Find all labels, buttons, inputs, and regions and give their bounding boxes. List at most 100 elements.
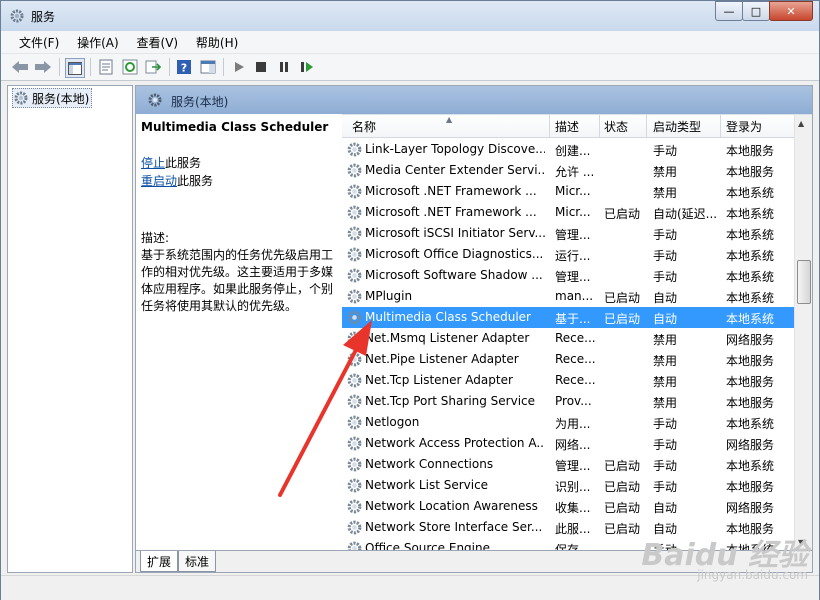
column-header-desc[interactable]: 描述 [555,118,579,135]
baidu-watermark-url: jingyan.baidu.com [697,568,808,582]
stop-service-link[interactable]: 停止 [141,156,165,170]
row-name: Network Access Protection A... [365,436,545,450]
tab-extended[interactable]: 扩展 [140,551,179,572]
row-logon: 本地服务 [726,480,775,494]
column-header-startup[interactable]: 启动类型 [653,118,701,135]
minimize-button[interactable]: — [715,1,743,21]
table-row[interactable]: Microsoft Office Diagnostics... 运行... 手动 本地… [342,244,794,265]
row-status: 已启动 [604,501,641,515]
row-startup: 手动 [653,249,678,263]
table-row[interactable]: Multimedia Class Scheduler 基于... 已启动 自动 本地系统 [342,307,794,328]
row-logon: 本地服务 [726,375,775,389]
tab-standard[interactable]: 标准 [178,551,217,572]
row-name: Microsoft .NET Framework ... [365,184,537,198]
forward-arrow-icon[interactable] [34,58,52,76]
row-desc: 管理... [555,228,591,242]
row-status: 已启动 [604,312,641,326]
row-desc: 此服... [555,522,591,536]
help-icon[interactable]: ? [175,58,193,76]
table-row[interactable]: Net.Pipe Listener Adapter Rece... 禁用 本地服务 [342,349,794,370]
row-logon: 本地系统 [726,207,775,221]
table-row[interactable]: Media Center Extender Servi... 允许 ... 禁用 本地… [342,160,794,181]
export-list-icon[interactable] [144,58,162,76]
table-row[interactable]: Link-Layer Topology Discove... 创建... 手动 本地服… [342,139,794,160]
row-logon: 本地系统 [726,312,775,326]
table-row[interactable]: Microsoft .NET Framework ... Micr... 禁用 本地系… [342,181,794,202]
column-header-logon[interactable]: 登录为 [726,118,762,135]
row-startup: 自动 [653,501,678,515]
column-header-name[interactable]: 名称 [352,118,376,135]
service-gear-icon [347,499,362,514]
table-row[interactable]: Network Connections 管理... 已启动 手动 本地系统 [342,454,794,475]
table-row[interactable]: MPlugin man... 已启动 自动 本地系统 [342,286,794,307]
row-desc: Micr... [555,184,591,198]
row-startup: 禁用 [653,375,678,389]
column-header-status[interactable]: 状态 [604,118,628,135]
service-gear-icon [347,478,362,493]
row-logon: 本地服务 [726,165,775,179]
start-service-icon[interactable] [230,58,248,76]
console-tree-icon[interactable] [65,58,85,78]
refresh-icon[interactable] [121,58,139,76]
row-desc: 识别... [555,480,591,494]
service-gear-icon [347,247,362,262]
description-label: 描述: [141,231,170,245]
row-name: Network List Service [365,478,489,492]
row-startup: 自动 [653,291,678,305]
row-desc: 基于... [555,312,591,326]
row-name: Network Store Interface Ser... [365,520,543,534]
row-desc: 运行... [555,249,591,263]
service-gear-icon [347,184,362,199]
row-name: Media Center Extender Servi... [365,163,545,177]
service-gear-icon [347,142,362,157]
table-row[interactable]: Microsoft .NET Framework ... Micr... 已启动 自动… [342,202,794,223]
row-startup: 手动 [653,228,678,242]
table-row[interactable]: Net.Tcp Port Sharing Service Prov... 禁用 本地服… [342,391,794,412]
table-row[interactable]: Network Access Protection A... 网络... 手动 网络服… [342,433,794,454]
row-name: Microsoft Software Shadow ... [365,268,543,282]
row-name: Net.Pipe Listener Adapter [365,352,519,366]
service-gear-icon [347,373,362,388]
back-arrow-icon[interactable] [11,58,29,76]
services-pane: 服务(本地) Multimedia Class Scheduler 停止此服务 … [135,85,813,573]
properties-icon[interactable] [97,58,115,76]
stop-service-icon[interactable] [252,58,270,76]
maximize-button[interactable]: □ [742,1,770,21]
scrollbar-thumb[interactable] [797,260,811,304]
table-row[interactable]: Netlogon 为用... 手动 本地系统 [342,412,794,433]
restart-service-icon[interactable] [298,58,316,76]
scroll-up-arrow-icon[interactable]: ▲ [798,119,804,128]
show-hide-action-pane-icon[interactable] [199,58,217,76]
menu-file[interactable]: 文件(F) [12,31,66,51]
row-logon: 本地系统 [726,417,775,431]
table-row[interactable]: Microsoft iSCSI Initiator Serv... 管理... 手动… [342,223,794,244]
title-bar: 服务 — □ ✕ [1,1,819,31]
row-name: Net.Tcp Listener Adapter [365,373,513,387]
row-name: Net.Tcp Port Sharing Service [365,394,536,408]
console-tree-pane: 服务(本地) [7,85,133,573]
service-description-panel: Multimedia Class Scheduler 停止此服务 重启动此服务 … [141,120,337,315]
row-logon: 网络服务 [726,438,775,452]
tree-item-services-local[interactable]: 服务(本地) [12,88,93,108]
row-status: 已启动 [604,480,641,494]
table-row[interactable]: Net.Tcp Listener Adapter Rece... 禁用 本地服务 [342,370,794,391]
service-gear-icon [347,268,362,283]
table-row[interactable]: Net.Msmq Listener Adapter Rece... 禁用 网络服务 [342,328,794,349]
vertical-scrollbar[interactable]: ▲ ▼ [794,115,812,551]
menu-bar: 文件(F) 操作(A) 查看(V) 帮助(H) [1,31,819,54]
row-logon: 网络服务 [726,501,775,515]
table-row[interactable]: Network List Service 识别... 已启动 手动 本地服务 [342,475,794,496]
table-row[interactable]: Microsoft Software Shadow ... 管理... 手动 本地系统 [342,265,794,286]
pause-service-icon[interactable] [275,58,293,76]
close-button[interactable]: ✕ [769,1,813,21]
description-text: 基于系统范围内的任务优先级启用工作的相对优先级。这主要适用于多媒体应用程序。如果… [141,248,334,313]
row-logon: 本地系统 [726,459,775,473]
table-row[interactable]: Network Location Awareness 收集... 已启动 自动 网络服务 [342,496,794,517]
menu-view[interactable]: 查看(V) [130,31,186,51]
service-gear-icon [347,394,362,409]
restart-service-link[interactable]: 重启动 [141,174,177,188]
row-status: 已启动 [604,291,641,305]
menu-help[interactable]: 帮助(H) [189,31,245,51]
service-gear-icon [347,520,362,535]
menu-action[interactable]: 操作(A) [70,31,126,51]
